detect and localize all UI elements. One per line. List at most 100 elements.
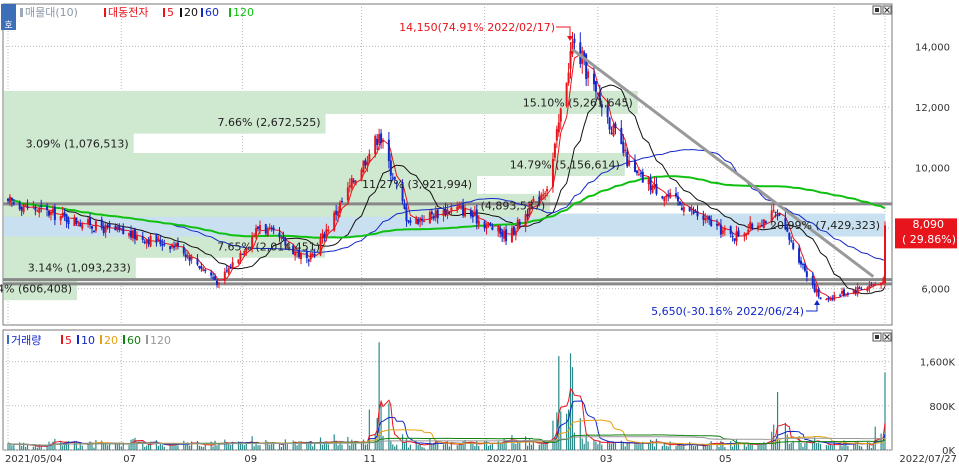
volume-bar	[183, 440, 185, 450]
candle-body	[346, 187, 349, 201]
candle-body	[448, 211, 451, 213]
candle-body	[169, 246, 172, 250]
volume-axis: 0K800K1,600K	[920, 358, 956, 457]
candle-body	[173, 246, 176, 248]
candle-body	[680, 207, 683, 210]
price-pane-restore-button[interactable]	[872, 5, 882, 15]
candle-body	[229, 266, 232, 269]
volume-bar	[144, 447, 146, 450]
volume-bar	[431, 444, 433, 450]
volume-bar	[491, 443, 494, 450]
price-pane-close-button[interactable]	[882, 5, 892, 15]
volume-bar	[501, 442, 503, 450]
volume-bar	[827, 445, 829, 450]
volume-bar	[857, 440, 859, 450]
vol120-legend: 120	[150, 334, 171, 347]
volume-bar	[732, 446, 734, 450]
candle-body	[190, 256, 193, 260]
volume-bar	[366, 444, 368, 450]
candle-body	[622, 141, 625, 154]
volume-bar	[269, 444, 271, 450]
candle-body	[557, 122, 560, 133]
volume-pane-restore-button[interactable]	[872, 332, 882, 342]
candle-body	[415, 217, 418, 224]
volume-bar	[46, 446, 48, 450]
candle-body	[567, 72, 570, 83]
volume-bar	[253, 446, 255, 450]
candle-body	[444, 209, 447, 215]
volume-bar	[308, 443, 310, 450]
candle-body	[20, 207, 23, 211]
volume-bar	[417, 444, 419, 450]
candle-body	[731, 236, 734, 238]
volume-bar	[692, 446, 695, 450]
candle-body	[884, 225, 886, 284]
volume-bar	[241, 444, 243, 450]
volume-bar	[396, 444, 398, 450]
candle-body	[143, 241, 146, 244]
candle-body	[380, 133, 383, 143]
candle-body	[827, 297, 830, 300]
candle-body	[475, 209, 478, 224]
candle-body	[526, 213, 529, 217]
candle-body	[678, 201, 681, 206]
stock-chart[interactable]: 1.74% (606,408) 3.14% (1,093,233) 7.65% (2…	[0, 0, 959, 468]
volume-bar	[157, 445, 159, 450]
volume-bar	[351, 439, 353, 450]
volume-bar	[93, 447, 95, 450]
volume-bar	[216, 445, 218, 450]
volume-bar	[759, 444, 761, 450]
candle-body	[51, 208, 54, 213]
volume-bar	[718, 446, 720, 450]
volume-bar	[702, 445, 704, 450]
candle-body	[510, 228, 513, 243]
candle-body	[53, 206, 56, 220]
volume-bar	[519, 442, 521, 450]
volume-pane[interactable]	[2, 329, 893, 451]
volume-bar	[704, 445, 706, 450]
candle-body	[176, 242, 179, 247]
volume-bar	[278, 443, 281, 450]
candle-body	[813, 283, 816, 292]
volume-bar	[312, 446, 314, 450]
ma5-swatch	[163, 8, 165, 17]
volume-bar	[382, 435, 384, 450]
volume-bar	[450, 443, 452, 450]
volume-bar	[749, 444, 751, 450]
candle-body	[696, 211, 699, 217]
candle-body	[587, 71, 590, 78]
volume-bar	[421, 446, 423, 450]
ma5-legend: 5	[167, 6, 174, 19]
candle-body	[12, 202, 15, 204]
candle-body	[188, 256, 191, 262]
volume-bar	[552, 420, 554, 450]
date-tick-label: 2021/05/04	[5, 454, 63, 465]
candle-body	[723, 228, 726, 231]
volume-bar	[515, 443, 517, 450]
volume-tick-label: 1,600K	[920, 358, 956, 369]
candle-body	[90, 226, 93, 229]
volume-bar	[538, 444, 540, 450]
candle-body	[637, 174, 640, 176]
candle-body	[682, 206, 685, 212]
candle-body	[639, 172, 642, 174]
candle-body	[376, 138, 379, 145]
candle-body	[26, 205, 29, 208]
candle-body	[417, 219, 420, 224]
candle-body	[231, 262, 234, 268]
volume-pane-close-button[interactable]	[882, 332, 892, 342]
volume-bar	[735, 439, 738, 450]
volume-bar	[161, 444, 163, 450]
candle-body	[874, 284, 877, 286]
restore-icon	[875, 335, 879, 339]
candle-body	[458, 205, 461, 208]
candle-body	[653, 183, 656, 188]
candle-body	[239, 252, 242, 260]
volume-bar	[675, 446, 677, 450]
candle-body	[428, 212, 431, 224]
volume-swatch	[7, 335, 9, 344]
volume-profile-label: 3.09% (1,076,513)	[26, 137, 129, 150]
candle-body	[145, 240, 148, 244]
volume-bar	[624, 446, 626, 450]
low-annotation: 5,650(-30.16% 2022/06/24)	[651, 305, 804, 318]
